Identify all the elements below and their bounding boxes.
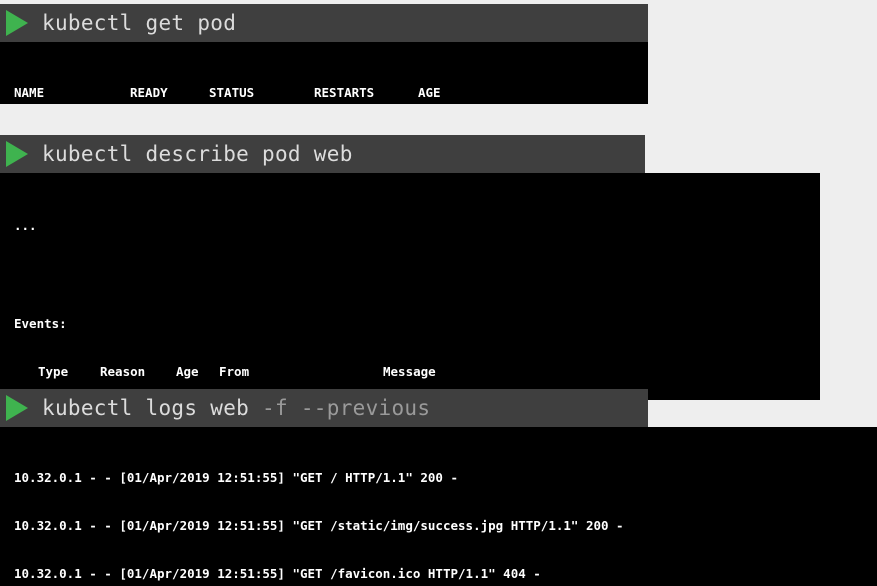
column-header-age: AGE	[418, 85, 498, 101]
play-icon[interactable]	[6, 395, 28, 421]
command-base-logs: kubectl logs web	[42, 396, 249, 420]
table-header-row: NAMEREADYSTATUSRESTARTSAGE	[14, 85, 648, 101]
column-header-from: From	[219, 364, 383, 380]
events-header-row: TypeReasonAgeFromMessage	[14, 364, 820, 380]
log-line: 10.32.0.1 - - [01/Apr/2019 12:51:55] "GE…	[14, 566, 877, 582]
column-header-age: Age	[176, 364, 219, 380]
terminal-output-get-pod: NAMEREADYSTATUSRESTARTSAGE Web1/1Running…	[0, 42, 648, 104]
command-text-get-pod: kubectl get pod	[42, 11, 236, 35]
log-line: 10.32.0.1 - - [01/Apr/2019 12:51:55] "GE…	[14, 518, 877, 534]
terminal-panel-get-pod: kubectl get pod NAMEREADYSTATUSRESTARTSA…	[0, 4, 648, 104]
command-bar-logs[interactable]: kubectl logs web -f --previous	[0, 389, 648, 427]
column-header-restarts: RESTARTS	[314, 85, 418, 101]
terminal-panel-logs: kubectl logs web -f --previous 10.32.0.1…	[0, 389, 877, 586]
play-icon[interactable]	[6, 10, 28, 36]
command-bar-describe-pod[interactable]: kubectl describe pod web	[0, 135, 645, 173]
command-text-logs: kubectl logs web -f --previous	[42, 396, 430, 420]
log-line: 10.32.0.1 - - [01/Apr/2019 12:51:55] "GE…	[14, 470, 877, 486]
play-icon[interactable]	[6, 141, 28, 167]
output-ellipsis: ...	[14, 218, 820, 234]
terminal-output-describe-pod: ... Events: TypeReasonAgeFromMessage ---…	[0, 173, 820, 400]
events-section-title: Events:	[14, 316, 820, 332]
terminal-panel-describe-pod: kubectl describe pod web ... Events: Typ…	[0, 135, 820, 400]
column-header-type: Type	[38, 364, 100, 380]
column-header-status: STATUS	[209, 85, 314, 101]
column-header-reason: Reason	[100, 364, 176, 380]
column-header-message: Message	[383, 364, 436, 379]
command-bar-get-pod[interactable]: kubectl get pod	[0, 4, 648, 42]
screenshot-root: kubectl get pod NAMEREADYSTATUSRESTARTSA…	[0, 0, 877, 586]
column-header-ready: READY	[130, 85, 209, 101]
terminal-output-logs: 10.32.0.1 - - [01/Apr/2019 12:51:55] "GE…	[0, 427, 877, 586]
column-header-name: NAME	[14, 85, 130, 101]
command-text-describe-pod: kubectl describe pod web	[42, 142, 353, 166]
command-flags-logs: -f --previous	[249, 396, 430, 420]
output-spacer	[14, 266, 820, 284]
